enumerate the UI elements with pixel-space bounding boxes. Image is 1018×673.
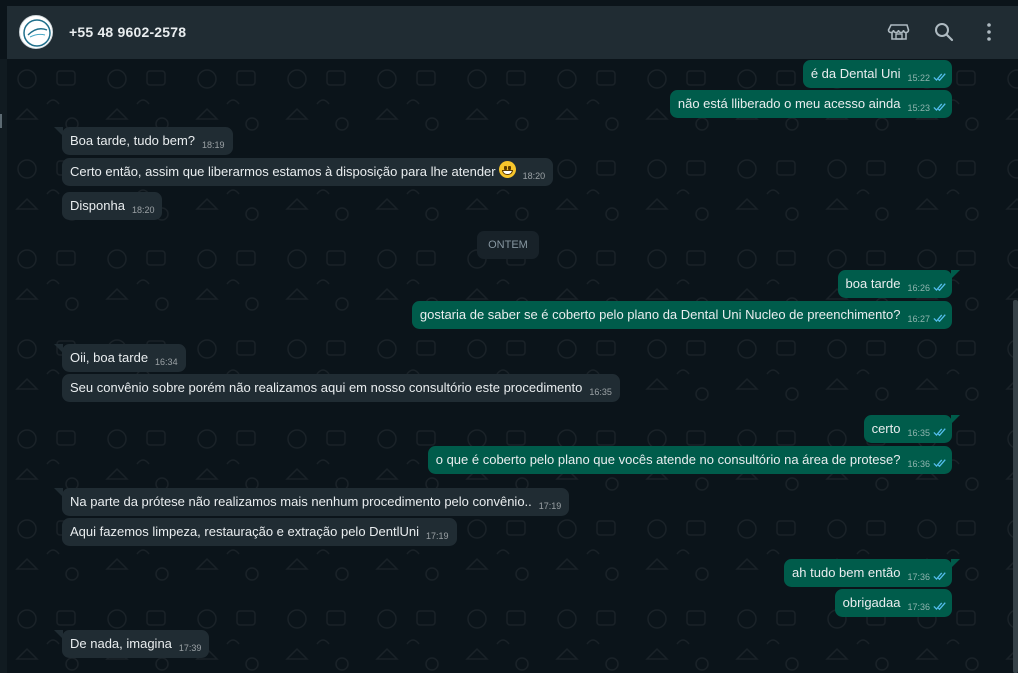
message-timestamp: 15:22 [907, 73, 930, 83]
menu-icon[interactable] [977, 20, 1001, 44]
message-timestamp: 17:36 [907, 572, 930, 582]
message-timestamp: 17:36 [907, 602, 930, 612]
message-timestamp: 18:19 [202, 140, 225, 150]
message-text: Disponha [70, 198, 125, 213]
message-text: boa tarde [845, 276, 901, 291]
message-text: Boa tarde, tudo bem? [70, 133, 196, 148]
message-text: gostaria de saber se é coberto pelo plan… [419, 307, 901, 322]
message-timestamp: 16:35 [589, 387, 612, 397]
bubble-tail [54, 630, 63, 639]
store-icon[interactable] [887, 20, 911, 44]
chat-header[interactable]: +55 48 9602-2578 [7, 6, 1018, 59]
outgoing-message-bubble[interactable]: não está lliberado o meu acesso ainda 15:… [669, 90, 952, 118]
incoming-message-bubble[interactable]: Oii, boa tarde 16:34 [62, 344, 186, 372]
message-timestamp: 18:20 [131, 205, 155, 215]
message-timestamp: 16:36 [907, 459, 930, 469]
message-text: certo [871, 421, 901, 436]
message-text: Na parte da prótese não realizamos mais … [70, 494, 532, 509]
message-text: ah tudo bem então [792, 565, 901, 580]
incoming-message-bubble[interactable]: Disponha 18:20 [62, 192, 163, 220]
message-timestamp: 16:27 [907, 314, 930, 324]
incoming-message-bubble[interactable]: De nada, imagina 17:39 [62, 630, 210, 658]
incoming-message-bubble[interactable]: Certo então, assim que liberarmos estamo… [62, 158, 554, 186]
bubble-tail [951, 559, 960, 568]
read-receipt-double-check-icon [933, 64, 947, 82]
contact-name[interactable]: +55 48 9602-2578 [69, 24, 186, 40]
message-list[interactable]: ONTEM é da Dental Uni 15:22 não está llibe… [7, 59, 1018, 673]
dental-logo-icon [23, 19, 51, 47]
message-timestamp: 17:39 [178, 643, 202, 653]
message-timestamp: 16:26 [907, 283, 930, 293]
read-receipt-double-check-icon [933, 274, 947, 292]
read-receipt-double-check-icon [933, 419, 947, 437]
bubble-tail [951, 270, 960, 279]
bubble-tail [951, 415, 960, 424]
outgoing-message-bubble[interactable]: ah tudo bem então 17:36 [784, 559, 952, 587]
message-timestamp: 16:34 [155, 357, 178, 367]
bubble-tail [54, 127, 63, 136]
message-timestamp: 17:19 [538, 501, 562, 511]
message-text: é da Dental Uni [810, 66, 901, 81]
scrollbar[interactable] [1013, 300, 1018, 673]
read-receipt-double-check-icon [933, 593, 947, 611]
grinning-face-emoji-icon [498, 161, 516, 178]
outgoing-message-bubble[interactable]: gostaria de saber se é coberto pelo plan… [411, 301, 952, 329]
read-receipt-double-check-icon [933, 450, 947, 468]
message-text: Aqui fazemos limpeza, restauração e extr… [70, 524, 420, 539]
message-text: Oii, boa tarde [70, 350, 149, 365]
message-text: Certo então, assim que liberarmos estamo… [70, 164, 496, 179]
outgoing-message-bubble[interactable]: certo 16:35 [863, 415, 952, 443]
incoming-message-bubble[interactable]: Boa tarde, tudo bem? 18:19 [62, 127, 233, 155]
incoming-message-bubble[interactable]: Aqui fazemos limpeza, restauração e extr… [62, 518, 457, 546]
read-receipt-double-check-icon [933, 94, 947, 112]
outgoing-message-bubble[interactable]: boa tarde 16:26 [837, 270, 952, 298]
message-text: o que é coberto pelo plano que vocês ate… [435, 452, 901, 467]
message-timestamp: 17:19 [426, 531, 449, 541]
incoming-message-bubble[interactable]: Na parte da prótese não realizamos mais … [62, 488, 570, 516]
message-text: obrigadaa [842, 595, 901, 610]
left-panel-edge [0, 59, 7, 673]
outgoing-message-bubble[interactable]: obrigadaa 17:36 [834, 589, 952, 617]
date-separator: ONTEM [477, 231, 539, 259]
avatar[interactable] [19, 15, 53, 49]
incoming-message-bubble[interactable]: Seu convênio sobre porém não realizamos … [62, 374, 620, 402]
message-text: não está lliberado o meu acesso ainda [677, 96, 901, 111]
bubble-tail [54, 488, 63, 497]
message-text: De nada, imagina [70, 636, 172, 651]
message-text: Seu convênio sobre porém não realizamos … [70, 380, 583, 395]
read-receipt-double-check-icon [933, 563, 947, 581]
message-timestamp: 18:20 [522, 171, 546, 181]
outgoing-message-bubble[interactable]: é da Dental Uni 15:22 [802, 60, 952, 88]
message-timestamp: 15:23 [907, 103, 930, 113]
search-icon[interactable] [932, 20, 956, 44]
bubble-tail [54, 344, 63, 353]
panel-resize-handle[interactable] [0, 114, 2, 128]
read-receipt-double-check-icon [933, 305, 947, 323]
message-timestamp: 16:35 [907, 428, 930, 438]
outgoing-message-bubble[interactable]: o que é coberto pelo plano que vocês ate… [427, 446, 952, 474]
